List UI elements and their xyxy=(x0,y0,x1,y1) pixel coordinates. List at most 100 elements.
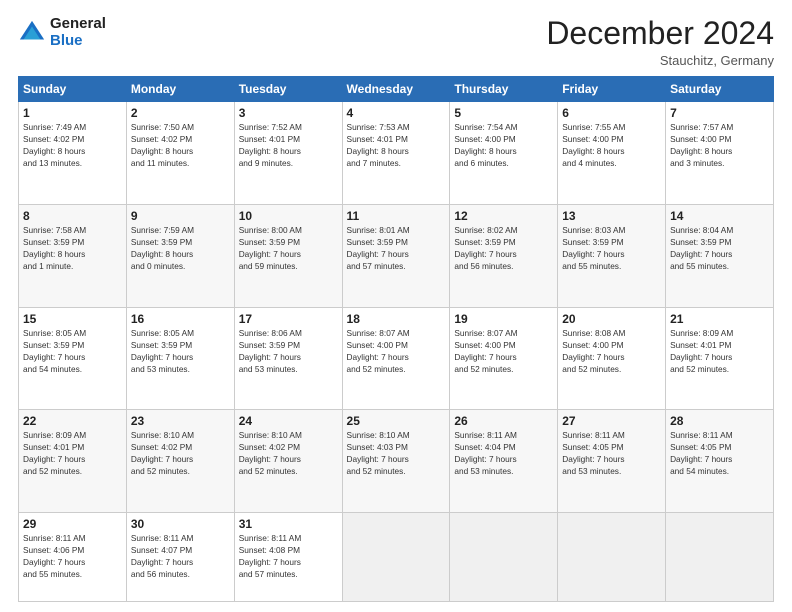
day-info: Sunrise: 8:06 AM Sunset: 3:59 PM Dayligh… xyxy=(239,327,338,375)
day-info: Sunrise: 8:07 AM Sunset: 4:00 PM Dayligh… xyxy=(454,327,553,375)
table-row: 30Sunrise: 8:11 AM Sunset: 4:07 PM Dayli… xyxy=(126,512,234,601)
day-info: Sunrise: 7:49 AM Sunset: 4:02 PM Dayligh… xyxy=(23,121,122,169)
day-number: 30 xyxy=(131,517,230,531)
table-row: 7Sunrise: 7:57 AM Sunset: 4:00 PM Daylig… xyxy=(666,102,774,205)
table-row: 1Sunrise: 7:49 AM Sunset: 4:02 PM Daylig… xyxy=(19,102,127,205)
day-number: 24 xyxy=(239,414,338,428)
day-number: 15 xyxy=(23,312,122,326)
day-info: Sunrise: 8:10 AM Sunset: 4:03 PM Dayligh… xyxy=(347,429,446,477)
day-info: Sunrise: 8:09 AM Sunset: 4:01 PM Dayligh… xyxy=(23,429,122,477)
day-number: 20 xyxy=(562,312,661,326)
day-info: Sunrise: 8:05 AM Sunset: 3:59 PM Dayligh… xyxy=(23,327,122,375)
day-info: Sunrise: 7:53 AM Sunset: 4:01 PM Dayligh… xyxy=(347,121,446,169)
day-info: Sunrise: 8:03 AM Sunset: 3:59 PM Dayligh… xyxy=(562,224,661,272)
day-number: 10 xyxy=(239,209,338,223)
table-row: 31Sunrise: 8:11 AM Sunset: 4:08 PM Dayli… xyxy=(234,512,342,601)
col-friday: Friday xyxy=(558,77,666,102)
logo-icon xyxy=(18,19,46,47)
day-number: 27 xyxy=(562,414,661,428)
day-number: 3 xyxy=(239,106,338,120)
col-thursday: Thursday xyxy=(450,77,558,102)
day-number: 26 xyxy=(454,414,553,428)
day-info: Sunrise: 7:55 AM Sunset: 4:00 PM Dayligh… xyxy=(562,121,661,169)
day-info: Sunrise: 8:00 AM Sunset: 3:59 PM Dayligh… xyxy=(239,224,338,272)
page: General Blue December 2024 Stauchitz, Ge… xyxy=(0,0,792,612)
day-info: Sunrise: 8:07 AM Sunset: 4:00 PM Dayligh… xyxy=(347,327,446,375)
table-row: 6Sunrise: 7:55 AM Sunset: 4:00 PM Daylig… xyxy=(558,102,666,205)
day-number: 6 xyxy=(562,106,661,120)
col-saturday: Saturday xyxy=(666,77,774,102)
calendar-table: Sunday Monday Tuesday Wednesday Thursday… xyxy=(18,76,774,602)
day-number: 2 xyxy=(131,106,230,120)
table-row: 14Sunrise: 8:04 AM Sunset: 3:59 PM Dayli… xyxy=(666,204,774,307)
day-number: 21 xyxy=(670,312,769,326)
day-info: Sunrise: 8:02 AM Sunset: 3:59 PM Dayligh… xyxy=(454,224,553,272)
table-row: 19Sunrise: 8:07 AM Sunset: 4:00 PM Dayli… xyxy=(450,307,558,410)
day-number: 25 xyxy=(347,414,446,428)
day-info: Sunrise: 7:57 AM Sunset: 4:00 PM Dayligh… xyxy=(670,121,769,169)
logo-text: General Blue xyxy=(50,16,106,49)
table-row: 25Sunrise: 8:10 AM Sunset: 4:03 PM Dayli… xyxy=(342,410,450,513)
table-row: 4Sunrise: 7:53 AM Sunset: 4:01 PM Daylig… xyxy=(342,102,450,205)
day-number: 11 xyxy=(347,209,446,223)
table-row: 11Sunrise: 8:01 AM Sunset: 3:59 PM Dayli… xyxy=(342,204,450,307)
day-number: 13 xyxy=(562,209,661,223)
table-row: 10Sunrise: 8:00 AM Sunset: 3:59 PM Dayli… xyxy=(234,204,342,307)
location: Stauchitz, Germany xyxy=(546,53,774,68)
day-number: 23 xyxy=(131,414,230,428)
day-number: 5 xyxy=(454,106,553,120)
day-info: Sunrise: 8:10 AM Sunset: 4:02 PM Dayligh… xyxy=(239,429,338,477)
calendar-header-row: Sunday Monday Tuesday Wednesday Thursday… xyxy=(19,77,774,102)
table-row: 16Sunrise: 8:05 AM Sunset: 3:59 PM Dayli… xyxy=(126,307,234,410)
table-row: 21Sunrise: 8:09 AM Sunset: 4:01 PM Dayli… xyxy=(666,307,774,410)
table-row: 13Sunrise: 8:03 AM Sunset: 3:59 PM Dayli… xyxy=(558,204,666,307)
table-row: 5Sunrise: 7:54 AM Sunset: 4:00 PM Daylig… xyxy=(450,102,558,205)
day-info: Sunrise: 8:09 AM Sunset: 4:01 PM Dayligh… xyxy=(670,327,769,375)
table-row: 2Sunrise: 7:50 AM Sunset: 4:02 PM Daylig… xyxy=(126,102,234,205)
day-number: 29 xyxy=(23,517,122,531)
table-row: 18Sunrise: 8:07 AM Sunset: 4:00 PM Dayli… xyxy=(342,307,450,410)
day-info: Sunrise: 7:58 AM Sunset: 3:59 PM Dayligh… xyxy=(23,224,122,272)
table-row: 15Sunrise: 8:05 AM Sunset: 3:59 PM Dayli… xyxy=(19,307,127,410)
day-info: Sunrise: 8:01 AM Sunset: 3:59 PM Dayligh… xyxy=(347,224,446,272)
day-info: Sunrise: 8:11 AM Sunset: 4:04 PM Dayligh… xyxy=(454,429,553,477)
table-row: 24Sunrise: 8:10 AM Sunset: 4:02 PM Dayli… xyxy=(234,410,342,513)
day-info: Sunrise: 8:11 AM Sunset: 4:07 PM Dayligh… xyxy=(131,532,230,580)
table-row: 29Sunrise: 8:11 AM Sunset: 4:06 PM Dayli… xyxy=(19,512,127,601)
day-info: Sunrise: 8:11 AM Sunset: 4:08 PM Dayligh… xyxy=(239,532,338,580)
day-info: Sunrise: 8:11 AM Sunset: 4:05 PM Dayligh… xyxy=(562,429,661,477)
day-info: Sunrise: 7:50 AM Sunset: 4:02 PM Dayligh… xyxy=(131,121,230,169)
day-info: Sunrise: 7:54 AM Sunset: 4:00 PM Dayligh… xyxy=(454,121,553,169)
day-number: 1 xyxy=(23,106,122,120)
table-row: 22Sunrise: 8:09 AM Sunset: 4:01 PM Dayli… xyxy=(19,410,127,513)
day-info: Sunrise: 8:04 AM Sunset: 3:59 PM Dayligh… xyxy=(670,224,769,272)
logo: General Blue xyxy=(18,16,106,49)
table-row: 26Sunrise: 8:11 AM Sunset: 4:04 PM Dayli… xyxy=(450,410,558,513)
day-number: 12 xyxy=(454,209,553,223)
table-row: 23Sunrise: 8:10 AM Sunset: 4:02 PM Dayli… xyxy=(126,410,234,513)
table-row: 27Sunrise: 8:11 AM Sunset: 4:05 PM Dayli… xyxy=(558,410,666,513)
table-row: 12Sunrise: 8:02 AM Sunset: 3:59 PM Dayli… xyxy=(450,204,558,307)
table-row xyxy=(666,512,774,601)
col-tuesday: Tuesday xyxy=(234,77,342,102)
table-row xyxy=(450,512,558,601)
day-number: 4 xyxy=(347,106,446,120)
col-monday: Monday xyxy=(126,77,234,102)
day-number: 31 xyxy=(239,517,338,531)
day-number: 18 xyxy=(347,312,446,326)
day-number: 16 xyxy=(131,312,230,326)
col-sunday: Sunday xyxy=(19,77,127,102)
month-title: December 2024 xyxy=(546,16,774,51)
day-info: Sunrise: 7:59 AM Sunset: 3:59 PM Dayligh… xyxy=(131,224,230,272)
table-row: 8Sunrise: 7:58 AM Sunset: 3:59 PM Daylig… xyxy=(19,204,127,307)
day-number: 28 xyxy=(670,414,769,428)
day-number: 8 xyxy=(23,209,122,223)
day-number: 19 xyxy=(454,312,553,326)
day-number: 22 xyxy=(23,414,122,428)
table-row: 20Sunrise: 8:08 AM Sunset: 4:00 PM Dayli… xyxy=(558,307,666,410)
day-number: 17 xyxy=(239,312,338,326)
table-row: 9Sunrise: 7:59 AM Sunset: 3:59 PM Daylig… xyxy=(126,204,234,307)
day-number: 9 xyxy=(131,209,230,223)
table-row: 28Sunrise: 8:11 AM Sunset: 4:05 PM Dayli… xyxy=(666,410,774,513)
table-row: 17Sunrise: 8:06 AM Sunset: 3:59 PM Dayli… xyxy=(234,307,342,410)
